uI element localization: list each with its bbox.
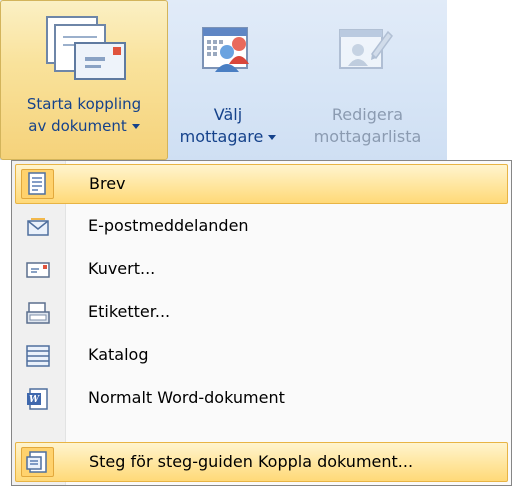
menu-item-label: Steg för steg-guiden Koppla dokument... xyxy=(89,452,414,471)
email-icon xyxy=(25,215,51,239)
select-recipients-button[interactable]: Välj mottagare xyxy=(168,0,288,160)
edit-recipient-list-line2: mottagarlista xyxy=(313,127,422,146)
envelope-icon xyxy=(25,258,51,282)
menu-item-letters[interactable]: Brev xyxy=(15,164,508,204)
menu-item-normal-word-document[interactable]: W Normalt Word-dokument xyxy=(15,379,508,419)
mail-merge-screen: Starta koppling av dokument Välj mottaga… xyxy=(0,0,512,486)
edit-recipient-list-line1: Redigera xyxy=(331,105,404,124)
menu-item-label: Kuvert... xyxy=(88,259,156,278)
edit-recipient-list-label: Redigera mottagarlista xyxy=(288,104,447,148)
menu-item-mail-merge-wizard[interactable]: Steg för steg-guiden Koppla dokument... xyxy=(15,442,508,482)
labels-icon xyxy=(25,301,51,325)
start-mail-merge-button[interactable]: Starta koppling av dokument xyxy=(0,0,168,160)
wizard-icon xyxy=(21,447,54,477)
menu-item-label: Katalog xyxy=(88,345,149,364)
word-document-icon: W xyxy=(25,387,51,411)
directory-icon xyxy=(25,344,51,368)
menu-item-envelopes[interactable]: Kuvert... xyxy=(15,250,508,290)
start-mail-merge-label: Starta koppling av dokument xyxy=(1,93,167,137)
start-mail-merge-line2: av dokument xyxy=(28,117,127,135)
menu-item-labels[interactable]: Etiketter... xyxy=(15,293,508,333)
menu-item-label: Normalt Word-dokument xyxy=(88,388,285,407)
letter-icon xyxy=(21,169,54,199)
menu-item-label: Etiketter... xyxy=(88,302,171,321)
select-recipients-icon xyxy=(201,24,257,78)
start-mail-merge-line1: Starta koppling xyxy=(26,95,142,113)
select-recipients-line2-row: mottagare xyxy=(168,126,288,148)
edit-recipient-list-icon xyxy=(338,24,394,78)
select-recipients-line2: mottagare xyxy=(179,127,264,146)
start-mail-merge-menu: Brev E-postmeddelanden Kuvert... Etikett… xyxy=(11,160,512,486)
chevron-down-icon xyxy=(131,124,140,129)
svg-text:W: W xyxy=(29,395,40,405)
menu-item-email[interactable]: E-postmeddelanden xyxy=(15,207,508,247)
select-recipients-label: Välj mottagare xyxy=(168,104,288,148)
ribbon-group-start-mail-merge: Starta koppling av dokument Välj mottaga… xyxy=(0,0,447,160)
menu-item-label: Brev xyxy=(89,174,126,193)
edit-recipient-list-button[interactable]: Redigera mottagarlista xyxy=(288,0,447,160)
start-mail-merge-icon xyxy=(41,13,129,93)
chevron-down-icon xyxy=(268,135,277,140)
start-mail-merge-line2-row: av dokument xyxy=(1,115,167,137)
select-recipients-line1: Välj xyxy=(213,105,243,124)
menu-item-directory[interactable]: Katalog xyxy=(15,336,508,376)
menu-item-label: E-postmeddelanden xyxy=(88,216,249,235)
